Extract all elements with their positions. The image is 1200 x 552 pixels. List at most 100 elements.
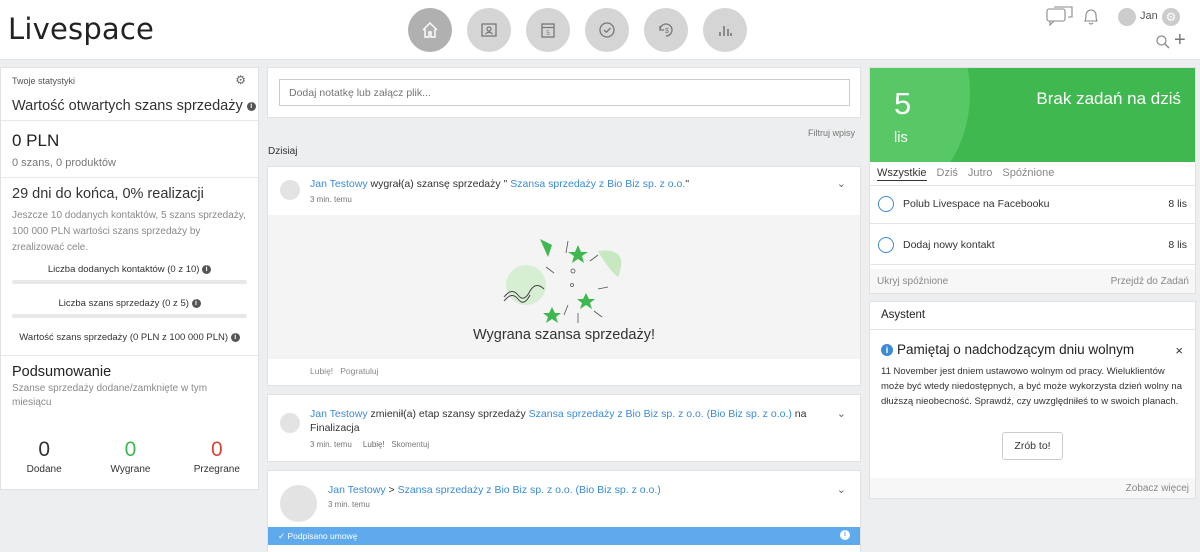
feed-entry-won: Jan Testowy wygrał(a) szansę sprzedaży "… <box>267 166 861 386</box>
stats-gear-icon[interactable]: ⚙ <box>235 73 246 87</box>
assistant-heading: i Pamiętaj o nadchodzącym dniu wolnym <box>881 342 1134 357</box>
like-link[interactable]: Lubię! <box>363 440 385 449</box>
task-checkbox[interactable] <box>878 237 894 253</box>
tab-today[interactable]: Dziś <box>937 167 958 181</box>
user-avatar <box>280 180 300 200</box>
congratulate-link[interactable]: Pogratuluj <box>340 366 378 376</box>
add-plus-icon[interactable]: + <box>1174 30 1186 50</box>
nav-reports-button[interactable] <box>703 8 747 52</box>
note-box <box>267 67 861 118</box>
task-item[interactable]: Dodaj nowy kontakt 8 lis <box>870 227 1195 265</box>
deal-link[interactable]: Szansa sprzedaży z Bio Biz sp. z o.o. <box>510 178 685 190</box>
tasks-header: 5 lis Brak zadań na dziś <box>870 68 1195 162</box>
open-deals-amount: 0 PLN <box>12 131 60 150</box>
info-icon[interactable]: i <box>246 101 256 111</box>
deal-link[interactable]: Szansa sprzedaży z Bio Biz sp. z o.o. (B… <box>398 484 661 496</box>
won-banner: Wygrana szansa sprzedaży! <box>472 327 655 343</box>
go-to-tasks-link[interactable]: Przejdź do Zadań <box>1111 276 1189 287</box>
deal-link[interactable]: Szansa sprzedaży z Bio Biz sp. z o.o. (B… <box>529 408 792 420</box>
info-icon[interactable]: i <box>202 264 212 274</box>
avatar[interactable] <box>1118 8 1136 26</box>
separator: > <box>385 484 398 496</box>
note-input[interactable] <box>279 79 850 106</box>
task-label[interactable]: Polub Livespace na Facebooku <box>903 198 1050 210</box>
day-label: Dzisiaj <box>268 146 298 157</box>
filter-entries-link[interactable]: Filtruj wpisy <box>808 128 855 138</box>
open-deals-title: Wartość otwartych szans sprzedaży i <box>1 92 258 120</box>
assistant-text: 11 November jest dniem ustawowo wolnym o… <box>881 366 1182 407</box>
like-link[interactable]: Lubię! <box>310 366 333 376</box>
nav-home-button[interactable] <box>408 8 452 52</box>
nav-contacts-button[interactable] <box>467 8 511 52</box>
task-label[interactable]: Dodaj nowy kontakt <box>903 239 995 251</box>
tasks-footer: Ukryj spóźnione Przejdź do Zadań <box>870 269 1195 293</box>
count-won-label: Wygrane <box>110 464 151 475</box>
stats-panel: Twoje statystyki ⚙ Wartość otwartych sza… <box>0 67 259 490</box>
entry-time: 3 min. temu <box>310 440 352 449</box>
status-text: ✓ Podpisano umowę <box>278 531 358 541</box>
stage-name: Finalizacja <box>310 422 360 434</box>
summary-description: Szanse sprzedaży dodane/zamknięte w tym … <box>12 383 208 408</box>
comment-link[interactable]: Skomentuj <box>391 440 429 449</box>
chevron-down-icon[interactable]: ⌄ <box>837 177 846 190</box>
tasks-tabs: Wszystkie Dziś Jutro Spóźnione <box>877 167 1054 181</box>
tab-tomorrow[interactable]: Jutro <box>968 167 992 181</box>
svg-text:5: 5 <box>546 31 550 37</box>
metric-contacts-bar <box>12 280 247 284</box>
date-day: 5 <box>894 86 912 121</box>
see-more-link[interactable]: Zobacz więcej <box>1126 483 1189 494</box>
search-icon[interactable] <box>1155 34 1171 50</box>
contacts-icon <box>481 23 497 37</box>
metric-label: Liczba szans sprzedaży (0 z 5) <box>58 298 189 309</box>
assistant-panel: Asystent i Pamiętaj o nadchodzącym dniu w… <box>869 301 1196 499</box>
chevron-down-icon[interactable]: ⌄ <box>837 483 846 496</box>
info-icon[interactable]: i <box>191 298 201 308</box>
user-link[interactable]: Jan Testowy <box>310 178 368 190</box>
tab-all[interactable]: Wszystkie <box>877 167 927 181</box>
count-won: 0 Wygrane <box>87 438 173 475</box>
no-tasks-today: Brak zadań na dziś <box>1036 89 1181 108</box>
metric-label: Liczba dodanych kontaktów (0 z 10) <box>47 264 200 275</box>
assistant-footer: Zobacz więcej <box>870 478 1195 498</box>
user-link[interactable]: Jan Testowy <box>310 408 368 420</box>
close-icon[interactable]: × <box>1175 343 1183 358</box>
task-checkbox[interactable] <box>878 196 894 212</box>
user-name[interactable]: Jan <box>1140 10 1158 22</box>
info-icon[interactable]: i <box>230 332 240 342</box>
date-circle <box>870 68 970 162</box>
tab-late[interactable]: Spóźnione <box>1002 167 1054 181</box>
top-header: Livespace 5 $ Jan ⚙ + <box>0 0 1200 60</box>
hide-late-link[interactable]: Ukryj spóźnione <box>877 276 948 287</box>
info-icon[interactable]: i <box>840 530 850 540</box>
assistant-title: Asystent <box>881 309 926 321</box>
count-won-value: 0 <box>124 438 137 461</box>
nav-calendar-button[interactable]: 5 <box>526 8 570 52</box>
nav-tasks-button[interactable] <box>585 8 629 52</box>
settings-gear-icon[interactable]: ⚙ <box>1162 8 1180 26</box>
money-cycle-icon: $ <box>659 23 673 37</box>
nav-deals-button[interactable]: $ <box>644 8 688 52</box>
metric-label: Wartość szans sprzedaży (0 PLN z 100 000… <box>19 332 229 343</box>
task-date: 8 lis <box>1168 198 1187 210</box>
count-lost-value: 0 <box>210 438 223 461</box>
won-illustration: Wygrana szansa sprzedaży! <box>268 215 860 359</box>
user-link[interactable]: Jan Testowy <box>328 484 386 496</box>
do-it-button[interactable]: Zrób to! <box>1002 432 1063 460</box>
calendar-icon: 5 <box>541 23 555 38</box>
status-bar: ✓ Podpisano umowę i <box>268 527 860 545</box>
bell-icon[interactable] <box>1082 6 1100 26</box>
logo[interactable]: Livespace <box>8 12 154 46</box>
assistant-heading-text: Pamiętaj o nadchodzącym dniu wolnym <box>897 342 1135 357</box>
entry-actions: Lubię! Pogratuluj <box>310 366 379 376</box>
entry-end: " <box>685 178 690 190</box>
entry-text: Jan Testowy wygrał(a) szansę sprzedaży "… <box>310 177 689 191</box>
chat-icon[interactable] <box>1046 6 1074 26</box>
entry-action: wygrał(a) szansę sprzedaży " <box>367 178 511 190</box>
entry-time: 3 min. temu <box>328 500 370 509</box>
open-deals-title-text: Wartość otwartych szans sprzedaży <box>12 98 243 114</box>
task-item[interactable]: Polub Livespace na Facebooku 8 lis <box>870 186 1195 224</box>
period-title: 29 dni do końca, 0% realizacji <box>12 186 204 202</box>
feed-entry-deal: Jan Testowy > Szansa sprzedaży z Bio Biz… <box>267 470 861 552</box>
chevron-down-icon[interactable]: ⌄ <box>837 407 846 420</box>
header-tools: Jan ⚙ + <box>1042 6 1192 54</box>
